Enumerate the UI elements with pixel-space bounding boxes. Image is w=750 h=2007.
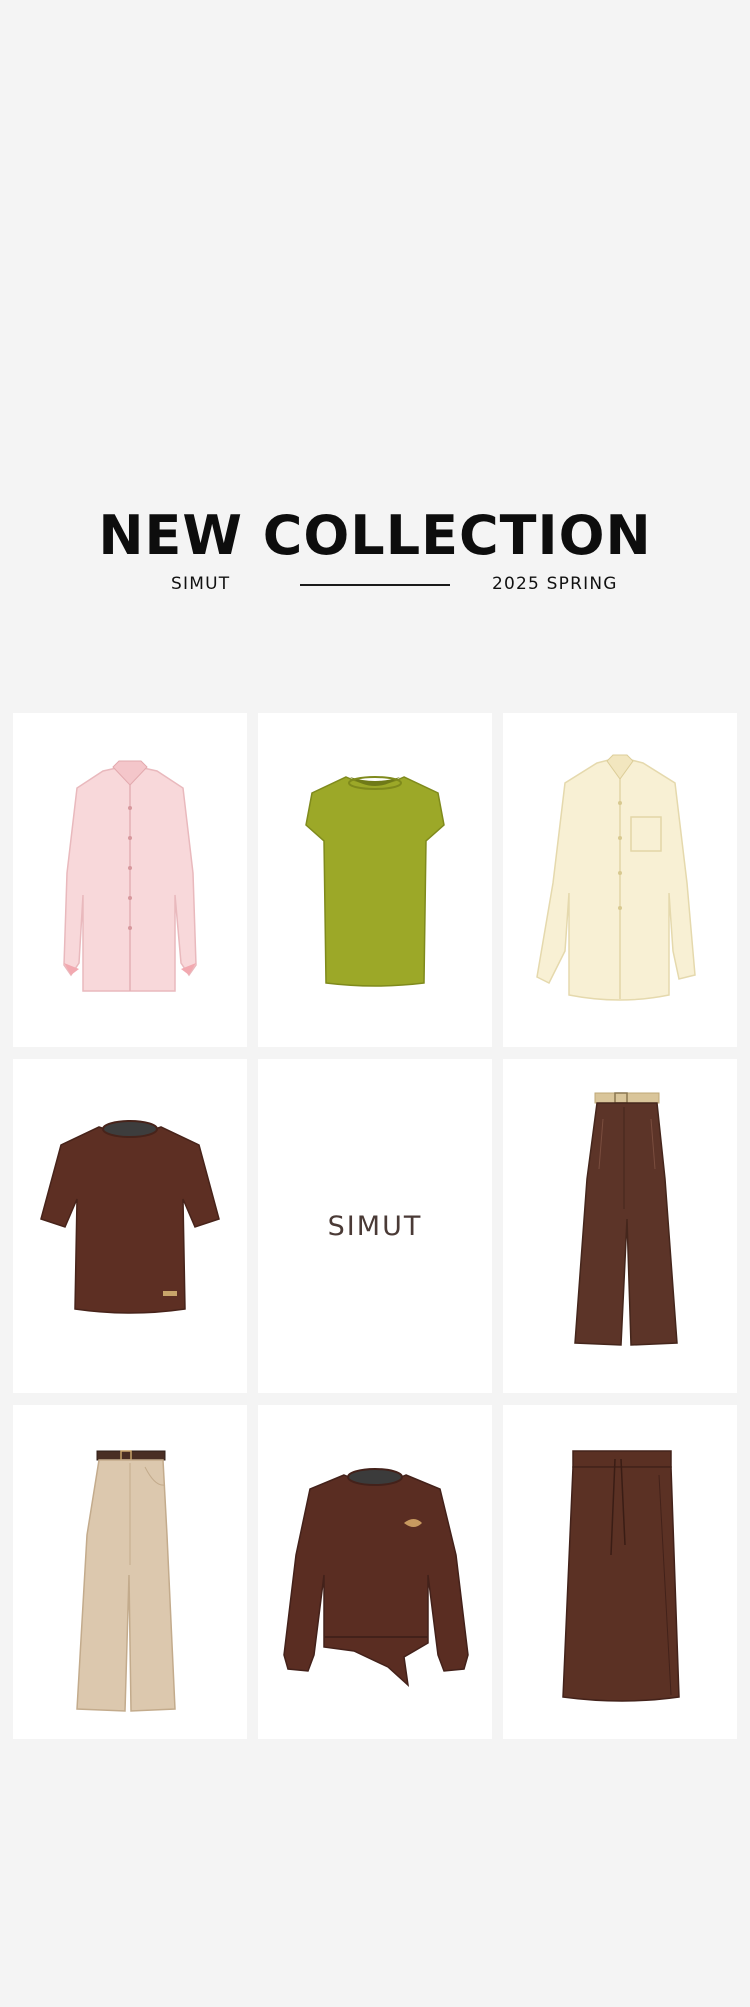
subtitle-divider (300, 584, 450, 586)
pink-shirt-image (63, 760, 197, 992)
brown-sweatshirt-image (283, 1468, 469, 1687)
brown-skirt-image (562, 1450, 680, 1702)
product-grid: SIMUT (13, 713, 737, 1739)
collection-subtitle-row: SIMUT 2025 SPRING (0, 574, 750, 598)
brand-tile-label: SIMUT (327, 1210, 423, 1242)
product-tile-brown-trousers[interactable] (503, 1059, 737, 1393)
product-tile-brown-skirt[interactable] (503, 1405, 737, 1739)
brown-tshirt-image (40, 1120, 220, 1314)
brown-trousers-image (574, 1092, 678, 1346)
product-tile-green-knit[interactable] (258, 713, 492, 1047)
product-tile-brown-tshirt[interactable] (13, 1059, 247, 1393)
hero-banner: NEW COLLECTION SIMUT 2025 SPRING (0, 0, 750, 700)
cream-shirt-image (536, 754, 696, 1001)
green-knit-image (305, 776, 445, 987)
product-tile-beige-trousers[interactable] (13, 1405, 247, 1739)
product-tile-pink-shirt[interactable] (13, 713, 247, 1047)
brand-label: SIMUT (171, 574, 231, 594)
season-label: 2025 SPRING (492, 574, 618, 594)
collection-title: NEW COLLECTION (98, 504, 652, 567)
brand-center-tile: SIMUT (258, 1059, 492, 1393)
product-tile-cream-shirt[interactable] (503, 713, 737, 1047)
beige-trousers-image (76, 1450, 176, 1712)
product-tile-brown-sweatshirt[interactable] (258, 1405, 492, 1739)
